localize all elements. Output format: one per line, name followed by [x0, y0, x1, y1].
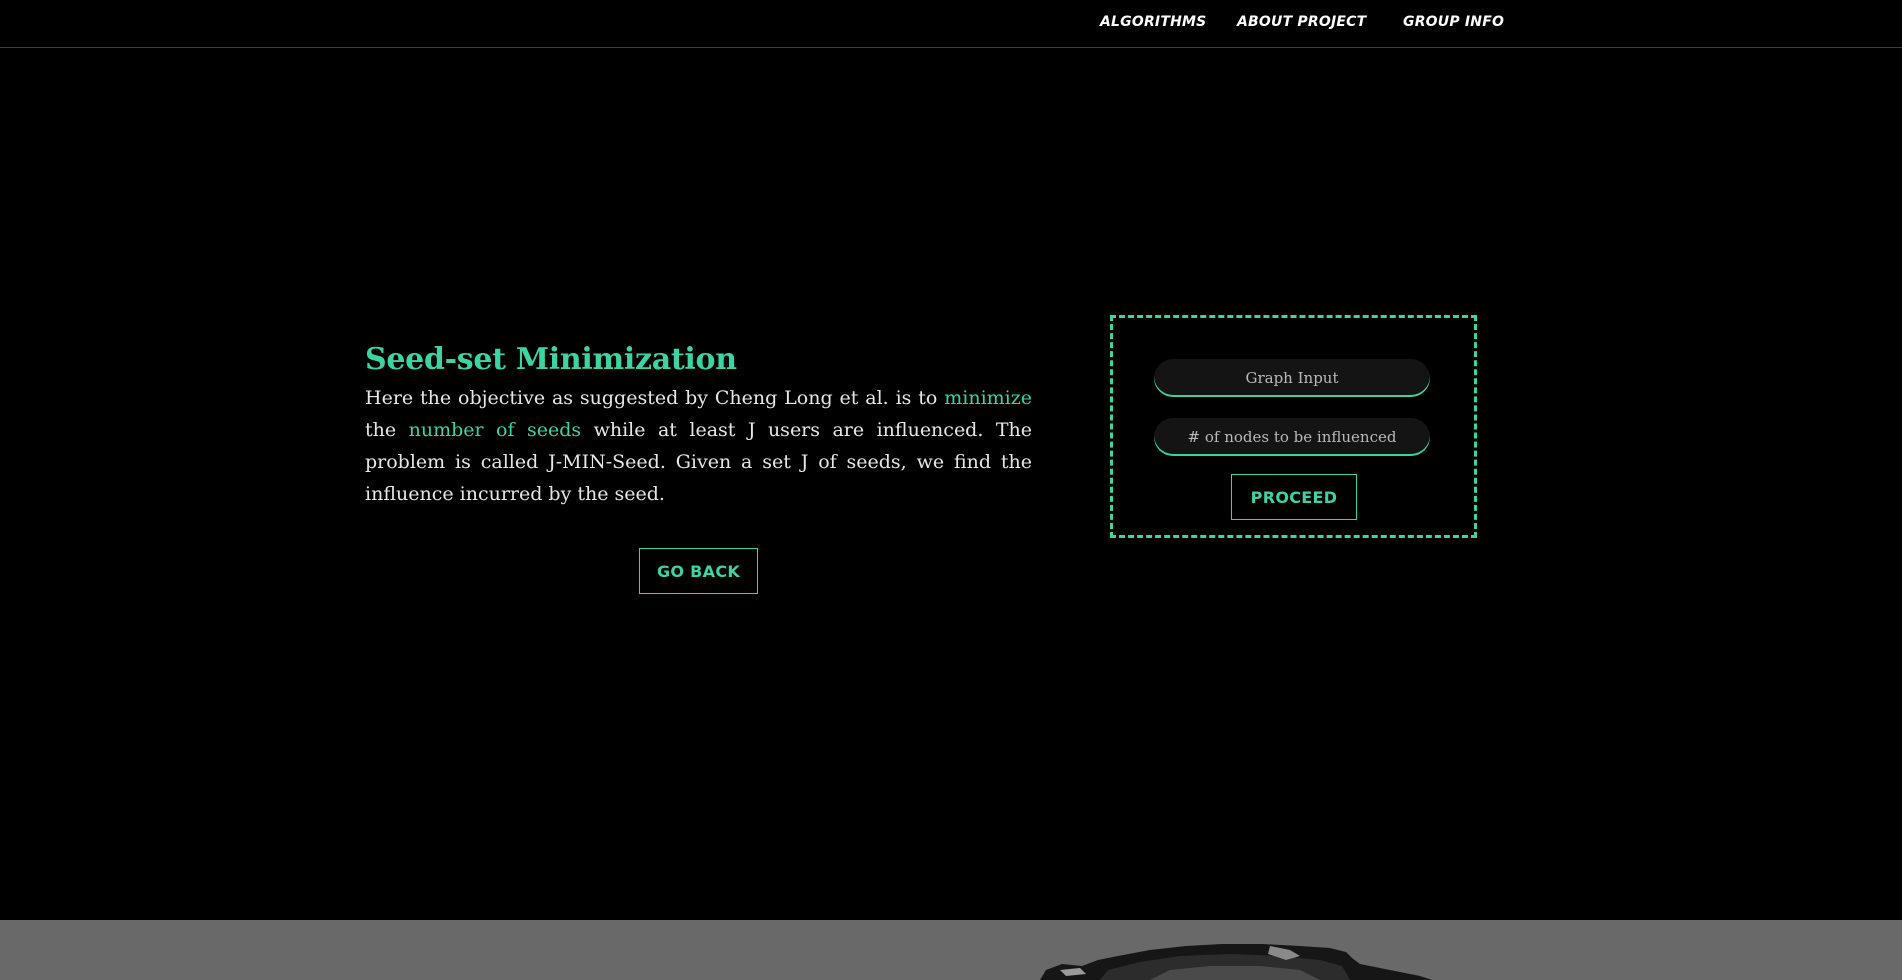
top-navbar: ALGORITHMS ABOUT PROJECT GROUP INFO [0, 0, 1902, 48]
proceed-button[interactable]: PROCEED [1231, 474, 1357, 520]
intro-section: Seed-set Minimization Here the objective… [365, 338, 1032, 510]
input-panel: PROCEED [1110, 315, 1477, 538]
description-text-2: the [365, 419, 409, 441]
nodes-count-field[interactable] [1154, 418, 1430, 456]
highlight-number-of-seeds: number of seeds [408, 419, 582, 441]
highlight-minimize: minimize [944, 387, 1032, 409]
rocky-landscape-image [0, 920, 1902, 980]
nav-link-group-info[interactable]: GROUP INFO [1403, 14, 1504, 30]
footer-background-image [0, 920, 1902, 980]
nav-link-about-project[interactable]: ABOUT PROJECT [1237, 14, 1366, 30]
graph-input-field[interactable] [1154, 359, 1430, 397]
description-text-1: Here the objective as suggested by Cheng… [365, 387, 945, 409]
nav-link-algorithms[interactable]: ALGORITHMS [1100, 14, 1206, 30]
page-title: Seed-set Minimization [365, 342, 737, 377]
go-back-button[interactable]: GO BACK [639, 548, 758, 594]
intro-description: Here the objective as suggested by Cheng… [365, 382, 1032, 510]
